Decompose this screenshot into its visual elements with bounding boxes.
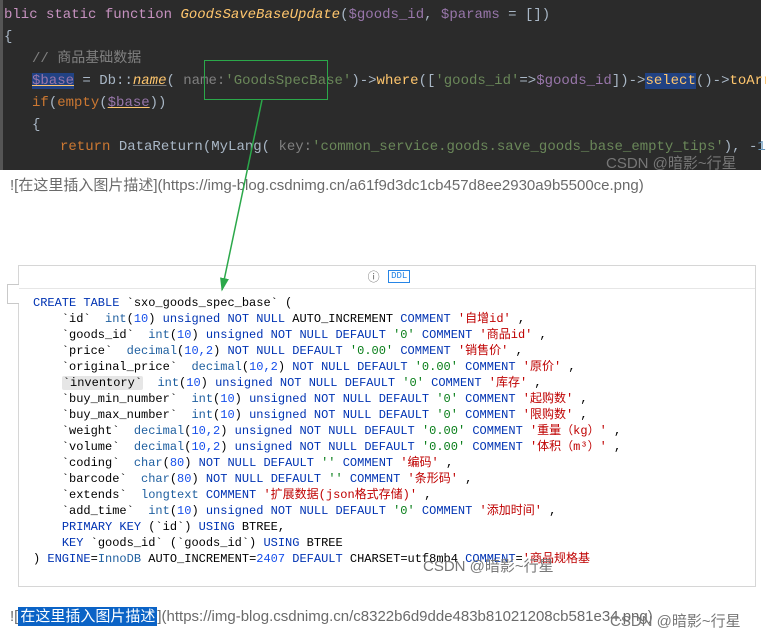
hint-name: name: xyxy=(183,73,225,89)
info-icon[interactable]: ⓘ xyxy=(368,268,380,285)
image-caption-1: ![在这里插入图片描述](https://img-blog.csdnimg.cn… xyxy=(0,170,760,197)
kw-if: if xyxy=(32,95,49,111)
method-toarray: toArray xyxy=(729,73,766,89)
comment: // 商品基础数据 xyxy=(32,51,141,67)
method-name: name xyxy=(133,73,167,89)
sql-panel: ⓘ DDL CREATE TABLE `sxo_goods_spec_base`… xyxy=(18,265,756,587)
php-code-block: blic static function GoodsSaveBaseUpdate… xyxy=(0,0,761,170)
num-neg1: 1 xyxy=(757,139,765,155)
fn-name: GoodsSaveBaseUpdate xyxy=(180,7,340,23)
kw-public-static: blic static function xyxy=(4,7,180,23)
cls-db: Db xyxy=(99,73,116,89)
caption1-url: (https://img-blog.csdnimg.cn/a61f9d3dc1c… xyxy=(158,177,644,194)
hint-key: key: xyxy=(278,139,312,155)
sql-body: CREATE TABLE `sxo_goods_spec_base` ( `id… xyxy=(19,289,755,573)
sql-panel-header: ⓘ DDL xyxy=(19,266,755,289)
where-val: $goods_id xyxy=(536,73,612,89)
var-base: $base xyxy=(32,73,74,89)
caption2-url: ](https://img-blog.csdnimg.cn/c8322b6d9d… xyxy=(157,608,652,625)
fn-empty: empty xyxy=(57,95,99,111)
var-base-ref: $base xyxy=(108,95,150,111)
where-key: 'goods_id' xyxy=(435,73,519,89)
caption2-sel: 在这里插入图片描述 xyxy=(18,607,157,626)
method-select: select xyxy=(645,73,695,89)
literal-key: 'common_service.goods.save_goods_base_em… xyxy=(312,139,724,155)
fn-datareturn: DataReturn xyxy=(119,139,203,155)
method-where: where xyxy=(377,73,419,89)
caption1-text: ![在这里插入图片描述] xyxy=(10,177,158,194)
fn-mylang: MyLang xyxy=(211,139,261,155)
ddl-badge[interactable]: DDL xyxy=(388,270,410,283)
image-caption-2: ![在这里插入图片描述](https://img-blog.csdnimg.cn… xyxy=(0,591,760,628)
literal-specbase: 'GoodsSpecBase' xyxy=(225,73,351,89)
kw-return: return xyxy=(60,139,119,155)
panel-left-tab[interactable] xyxy=(7,284,19,304)
